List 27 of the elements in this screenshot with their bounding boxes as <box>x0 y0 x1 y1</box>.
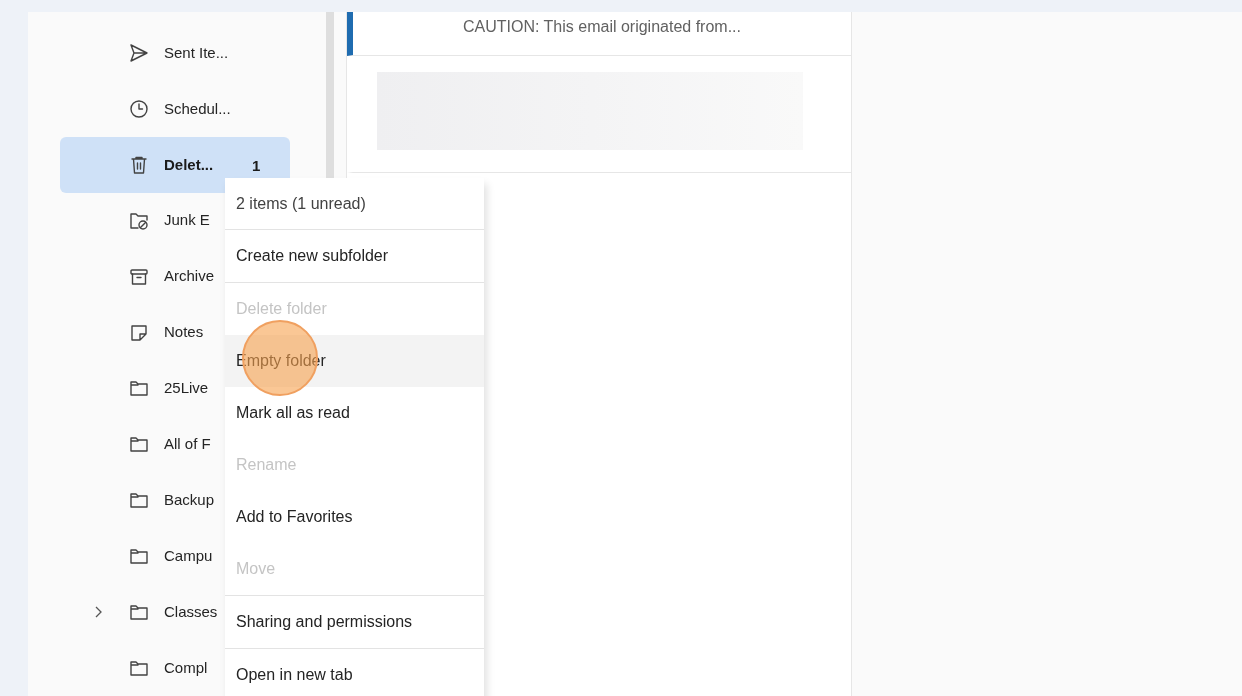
menu-item[interactable]: Open in new tab <box>225 649 484 696</box>
message-item[interactable]: CAUTION: This email originated from... <box>347 12 851 56</box>
folder-label: All of F <box>164 434 211 455</box>
chevron-right-icon[interactable] <box>93 605 103 620</box>
folder-item[interactable]: Sent Ite... <box>60 25 290 81</box>
folder-label: Sent Ite... <box>164 42 229 63</box>
folder-info: 2 items (1 unread) <box>235 193 367 214</box>
folder-label: Delet... <box>164 154 214 175</box>
menu-item[interactable]: Create new subfolder <box>225 230 484 282</box>
clock-icon <box>128 97 150 120</box>
folder-label: Schedul... <box>164 98 231 119</box>
send-icon <box>128 41 150 64</box>
folder-label: Backup <box>164 490 215 511</box>
menu-item[interactable]: Sharing and permissions <box>225 596 484 648</box>
folder-label: Notes <box>164 322 204 343</box>
folder-item[interactable]: Schedul... <box>60 80 290 137</box>
folder-label: Compl <box>164 657 208 678</box>
menu-item[interactable]: Mark all as read <box>225 387 484 439</box>
folder-label: 25Live <box>164 378 209 399</box>
folder-label: Campu <box>164 546 213 566</box>
menu-item[interactable]: Add to Favorites <box>225 491 484 543</box>
message-preview: CAUTION: This email originated from... <box>463 17 741 37</box>
folder-item[interactable]: Delet... 1 <box>60 136 290 193</box>
folder-label: Junk E <box>164 210 210 231</box>
folder-label: Classes <box>164 601 218 622</box>
folder-label: Archive <box>164 266 215 287</box>
unread-count: 1 <box>252 157 261 173</box>
